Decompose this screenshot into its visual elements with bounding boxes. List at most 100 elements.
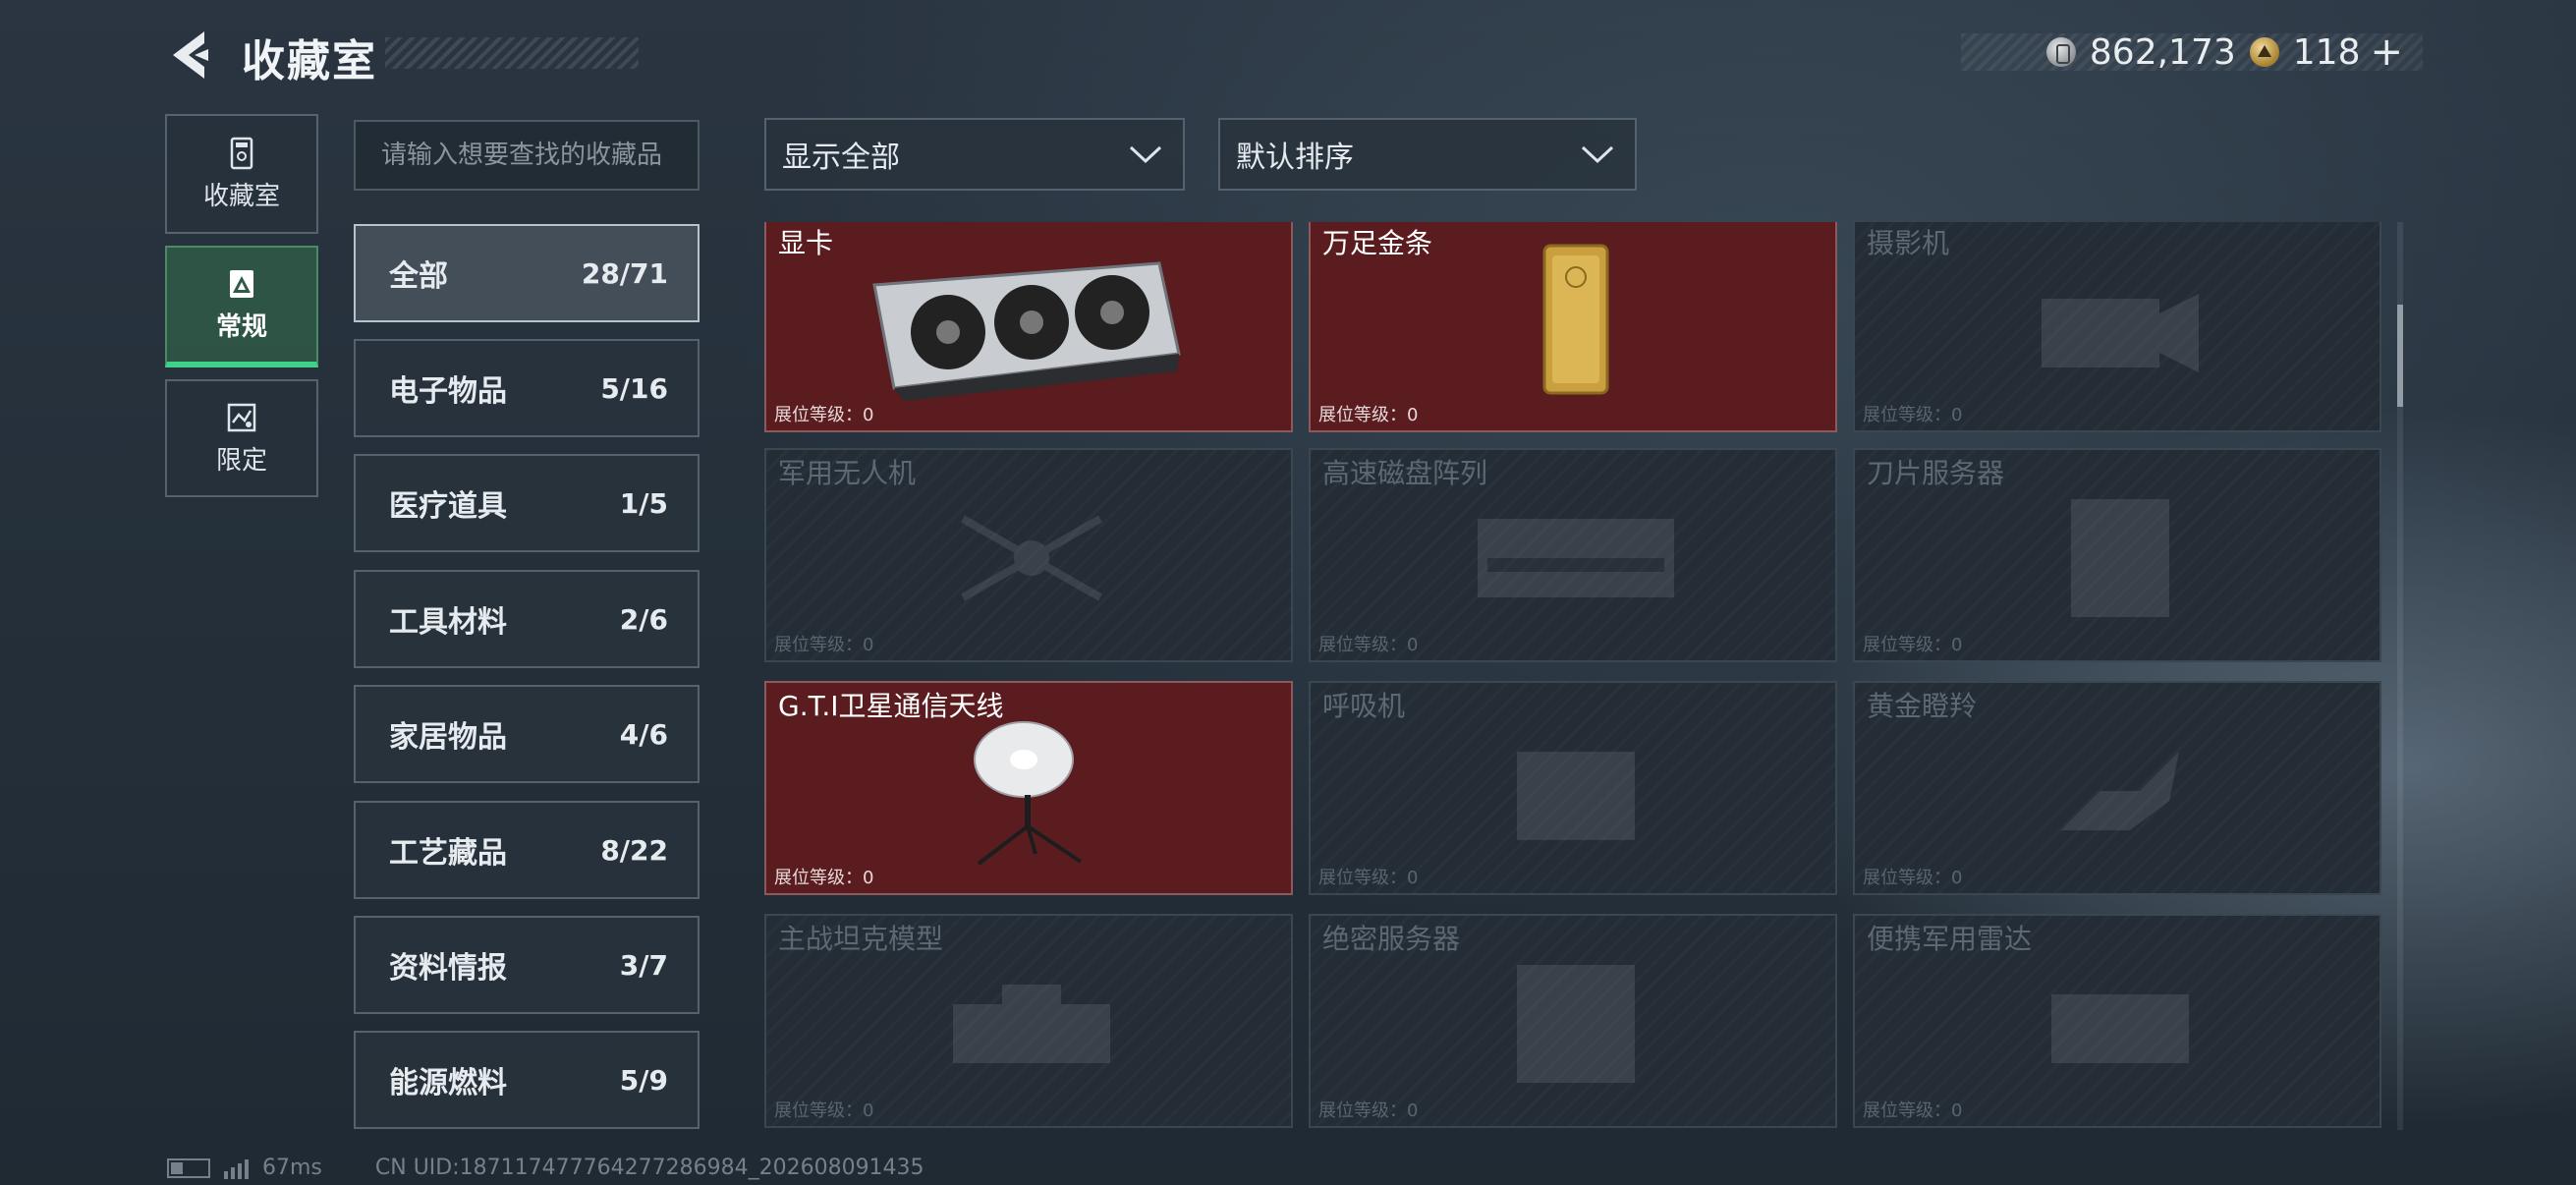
- uid-text: CN UID:18711747776427728698​4_2026080914…: [374, 1156, 924, 1180]
- category-count: 5/9: [619, 1063, 668, 1097]
- category-label: 家居物品: [389, 720, 507, 755]
- item-level: 展位等级：0: [1318, 868, 1419, 888]
- item-name: 摄影机: [1867, 227, 1950, 259]
- sort-dropdown[interactable]: 默认排序: [1218, 118, 1637, 191]
- item-card[interactable]: 高速磁盘阵列 展位等级：0: [1309, 448, 1837, 662]
- category-energy[interactable]: 能源燃料 5/9: [354, 1031, 700, 1129]
- nav-label: 收藏室: [202, 181, 280, 211]
- silver-coin-amount: 862,173: [2089, 31, 2236, 73]
- regular-icon: [230, 269, 253, 298]
- category-label: 全部: [389, 259, 448, 294]
- item-name: 呼吸机: [1322, 690, 1406, 722]
- tank-model-icon: [953, 985, 1110, 1063]
- category-crafts[interactable]: 工艺藏品 8/22: [354, 801, 700, 899]
- item-name: 刀片服务器: [1867, 457, 2005, 489]
- category-household[interactable]: 家居物品 4/6: [354, 685, 700, 783]
- category-label: 工艺藏品: [389, 836, 507, 871]
- collection-grid: 显卡 展位等级：0 万足金条 展位等级：0 摄影机 展位等级：0 军用无人机 展…: [764, 222, 2383, 1130]
- nav-collection-room[interactable]: 收藏室: [165, 114, 318, 234]
- item-name: 绝密服务器: [1322, 923, 1461, 955]
- item-name: 军用无人机: [778, 457, 917, 489]
- nav-label: 常规: [215, 311, 267, 342]
- item-card[interactable]: 便携军用雷达 展位等级：0: [1853, 914, 2381, 1128]
- secret-server-icon: [1517, 965, 1635, 1083]
- category-label: 资料情报: [389, 951, 507, 986]
- category-count: 3/7: [619, 948, 668, 982]
- add-currency-button[interactable]: +: [2370, 29, 2403, 75]
- item-name: 主战坦克模型: [778, 923, 944, 955]
- category-medical[interactable]: 医疗道具 1/5: [354, 454, 700, 552]
- nav-limited[interactable]: 限定: [165, 379, 318, 497]
- show-filter-value: 显示全部: [782, 141, 900, 175]
- search-box[interactable]: [354, 120, 700, 191]
- battery-icon: [167, 1157, 210, 1178]
- show-filter-dropdown[interactable]: 显示全部: [764, 118, 1185, 191]
- item-level: 展位等级：0: [1863, 635, 1963, 655]
- blade-server-icon: [2071, 499, 2169, 617]
- item-level: 展位等级：0: [1318, 1100, 1419, 1121]
- item-level: 展位等级：0: [774, 635, 874, 655]
- satellite-antenna-icon: [974, 721, 1083, 866]
- scrollbar-thumb[interactable]: [2397, 305, 2403, 407]
- item-level: 展位等级：0: [1863, 868, 1963, 888]
- item-card[interactable]: 黄金瞪羚 展位等级：0: [1853, 681, 2381, 895]
- nav-regular[interactable]: 常规: [165, 246, 318, 367]
- item-name: 高速磁盘阵列: [1322, 457, 1488, 489]
- category-electronics[interactable]: 电子物品 5/16: [354, 339, 700, 437]
- item-card[interactable]: 万足金条 展位等级：0: [1309, 222, 1837, 432]
- signal-icon: [224, 1157, 249, 1179]
- back-arrow-icon[interactable]: [165, 28, 220, 83]
- item-level: 展位等级：0: [1863, 1100, 1963, 1121]
- disk-array-icon: [1478, 519, 1674, 597]
- item-card[interactable]: 呼吸机 展位等级：0: [1309, 681, 1837, 895]
- category-label: 能源燃料: [389, 1066, 507, 1100]
- item-level: 展位等级：0: [774, 405, 874, 425]
- nav-label: 限定: [215, 445, 267, 476]
- category-label: 工具材料: [389, 605, 507, 640]
- collection-room-icon: [230, 137, 253, 169]
- gold-bar-icon: [1542, 244, 1609, 395]
- category-tools[interactable]: 工具材料 2/6: [354, 570, 700, 668]
- category-label: 电子物品: [389, 374, 507, 409]
- category-count: 5/16: [600, 371, 668, 405]
- status-footer: 67ms CN UID:18711747776427728698​4_20260…: [167, 1156, 924, 1180]
- item-card[interactable]: 绝密服务器 展位等级：0: [1309, 914, 1837, 1128]
- category-count: 4/6: [619, 717, 668, 751]
- graphics-card-icon: [872, 261, 1181, 401]
- drone-icon: [961, 515, 1102, 601]
- item-card[interactable]: 摄影机 展位等级：0: [1853, 222, 2381, 432]
- gold-coin-icon: [2249, 37, 2279, 67]
- title-decoration: [385, 37, 639, 69]
- item-card[interactable]: 军用无人机 展位等级：0: [764, 448, 1293, 662]
- radar-icon: [2051, 994, 2189, 1063]
- category-all[interactable]: 全部 28/71: [354, 224, 700, 322]
- item-name: 万足金条: [1322, 227, 1433, 259]
- chevron-down-icon: [1581, 145, 1614, 164]
- gazelle-statue-icon: [2061, 752, 2179, 830]
- item-card[interactable]: 刀片服务器 展位等级：0: [1853, 448, 2381, 662]
- item-card[interactable]: 显卡 展位等级：0: [764, 222, 1293, 432]
- camera-icon: [2042, 294, 2199, 372]
- currency-bar: 862,173 118 +: [1961, 29, 2423, 75]
- category-count: 28/71: [581, 256, 668, 290]
- item-level: 展位等级：0: [1318, 635, 1419, 655]
- sort-value: 默认排序: [1236, 141, 1354, 175]
- chevron-down-icon: [1129, 145, 1162, 164]
- item-name: 显卡: [778, 227, 834, 259]
- ping-value: 67ms: [262, 1156, 322, 1180]
- search-input[interactable]: [381, 141, 698, 170]
- item-name: 便携军用雷达: [1867, 923, 2033, 955]
- silver-coin-icon: [2045, 37, 2076, 67]
- item-level: 展位等级：0: [1863, 405, 1963, 425]
- ventilator-icon: [1517, 752, 1635, 840]
- category-label: 医疗道具: [389, 489, 507, 524]
- item-card[interactable]: 主战坦克模型 展位等级：0: [764, 914, 1293, 1128]
- category-intel[interactable]: 资料情报 3/7: [354, 916, 700, 1014]
- item-level: 展位等级：0: [1318, 405, 1419, 425]
- category-count: 1/5: [619, 486, 668, 520]
- item-name: 黄金瞪羚: [1867, 690, 1978, 722]
- limited-icon: [227, 403, 256, 431]
- category-count: 2/6: [619, 602, 668, 636]
- item-card[interactable]: G.T.I卫星通信天线 展位等级：0: [764, 681, 1293, 895]
- item-level: 展位等级：0: [774, 868, 874, 888]
